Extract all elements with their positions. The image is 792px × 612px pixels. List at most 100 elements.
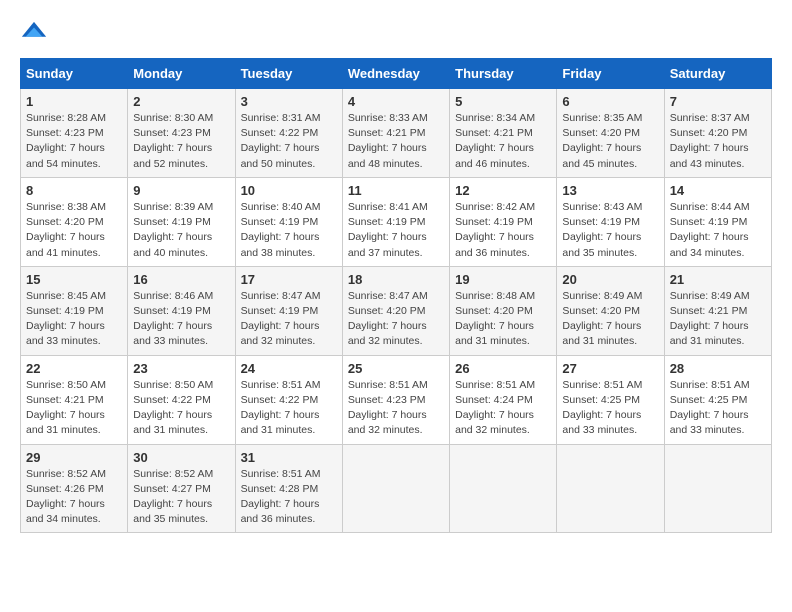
calendar-cell: 3 Sunrise: 8:31 AM Sunset: 4:22 PM Daylig…: [235, 89, 342, 178]
day-number: 31: [241, 450, 337, 465]
day-detail: Sunrise: 8:51 AM Sunset: 4:28 PM Dayligh…: [241, 467, 337, 528]
calendar-header-row: SundayMondayTuesdayWednesdayThursdayFrid…: [21, 59, 772, 89]
logo: [20, 20, 52, 48]
day-detail: Sunrise: 8:51 AM Sunset: 4:25 PM Dayligh…: [670, 378, 766, 439]
day-number: 15: [26, 272, 122, 287]
calendar-week-row: 8Sunrise: 8:38 AM Sunset: 4:20 PM Daylig…: [21, 177, 772, 266]
day-number: 13: [562, 183, 658, 198]
calendar-cell: 6Sunrise: 8:35 AM Sunset: 4:20 PM Daylig…: [557, 89, 664, 178]
calendar-week-row: 29 Sunrise: 8:52 AM Sunset: 4:26 PM Dayli…: [21, 444, 772, 533]
calendar-week-row: 15 Sunrise: 8:45 AM Sunset: 4:19 PM Dayli…: [21, 266, 772, 355]
day-detail: Sunrise: 8:45 AM Sunset: 4:19 PM Dayligh…: [26, 289, 122, 350]
day-detail: Sunrise: 8:41 AM Sunset: 4:19 PM Dayligh…: [348, 200, 444, 261]
calendar-cell: 1 Sunrise: 8:28 AM Sunset: 4:23 PM Daylig…: [21, 89, 128, 178]
column-header-friday: Friday: [557, 59, 664, 89]
day-number: 22: [26, 361, 122, 376]
page-container: SundayMondayTuesdayWednesdayThursdayFrid…: [20, 20, 772, 533]
calendar-cell: 28 Sunrise: 8:51 AM Sunset: 4:25 PM Dayli…: [664, 355, 771, 444]
day-number: 21: [670, 272, 766, 287]
day-detail: Sunrise: 8:31 AM Sunset: 4:22 PM Dayligh…: [241, 111, 337, 172]
calendar-cell: 21 Sunrise: 8:49 AM Sunset: 4:21 PM Dayli…: [664, 266, 771, 355]
day-detail: Sunrise: 8:40 AM Sunset: 4:19 PM Dayligh…: [241, 200, 337, 261]
day-detail: Sunrise: 8:50 AM Sunset: 4:22 PM Dayligh…: [133, 378, 229, 439]
calendar-cell: 23 Sunrise: 8:50 AM Sunset: 4:22 PM Dayli…: [128, 355, 235, 444]
day-number: 9: [133, 183, 229, 198]
day-number: 23: [133, 361, 229, 376]
day-number: 4: [348, 94, 444, 109]
calendar-cell: 15 Sunrise: 8:45 AM Sunset: 4:19 PM Dayli…: [21, 266, 128, 355]
column-header-monday: Monday: [128, 59, 235, 89]
calendar-cell: 8Sunrise: 8:38 AM Sunset: 4:20 PM Daylig…: [21, 177, 128, 266]
calendar-cell: 20 Sunrise: 8:49 AM Sunset: 4:20 PM Dayli…: [557, 266, 664, 355]
day-detail: Sunrise: 8:48 AM Sunset: 4:20 PM Dayligh…: [455, 289, 551, 350]
day-number: 28: [670, 361, 766, 376]
day-number: 25: [348, 361, 444, 376]
calendar-table: SundayMondayTuesdayWednesdayThursdayFrid…: [20, 58, 772, 533]
day-number: 6: [562, 94, 658, 109]
calendar-cell: 22 Sunrise: 8:50 AM Sunset: 4:21 PM Dayli…: [21, 355, 128, 444]
column-header-thursday: Thursday: [450, 59, 557, 89]
day-number: 3: [241, 94, 337, 109]
column-header-sunday: Sunday: [21, 59, 128, 89]
calendar-week-row: 1 Sunrise: 8:28 AM Sunset: 4:23 PM Daylig…: [21, 89, 772, 178]
day-detail: Sunrise: 8:51 AM Sunset: 4:22 PM Dayligh…: [241, 378, 337, 439]
day-detail: Sunrise: 8:28 AM Sunset: 4:23 PM Dayligh…: [26, 111, 122, 172]
calendar-cell: 17Sunrise: 8:47 AM Sunset: 4:19 PM Dayli…: [235, 266, 342, 355]
calendar-cell: 29 Sunrise: 8:52 AM Sunset: 4:26 PM Dayli…: [21, 444, 128, 533]
day-detail: Sunrise: 8:46 AM Sunset: 4:19 PM Dayligh…: [133, 289, 229, 350]
day-number: 14: [670, 183, 766, 198]
day-detail: Sunrise: 8:51 AM Sunset: 4:23 PM Dayligh…: [348, 378, 444, 439]
calendar-cell: 12 Sunrise: 8:42 AM Sunset: 4:19 PM Dayli…: [450, 177, 557, 266]
day-detail: Sunrise: 8:52 AM Sunset: 4:26 PM Dayligh…: [26, 467, 122, 528]
day-detail: Sunrise: 8:50 AM Sunset: 4:21 PM Dayligh…: [26, 378, 122, 439]
day-detail: Sunrise: 8:33 AM Sunset: 4:21 PM Dayligh…: [348, 111, 444, 172]
calendar-cell: 25 Sunrise: 8:51 AM Sunset: 4:23 PM Dayli…: [342, 355, 449, 444]
day-number: 29: [26, 450, 122, 465]
day-detail: Sunrise: 8:47 AM Sunset: 4:20 PM Dayligh…: [348, 289, 444, 350]
calendar-cell: 7 Sunrise: 8:37 AM Sunset: 4:20 PM Daylig…: [664, 89, 771, 178]
day-number: 27: [562, 361, 658, 376]
day-detail: Sunrise: 8:39 AM Sunset: 4:19 PM Dayligh…: [133, 200, 229, 261]
column-header-tuesday: Tuesday: [235, 59, 342, 89]
day-detail: Sunrise: 8:44 AM Sunset: 4:19 PM Dayligh…: [670, 200, 766, 261]
day-number: 19: [455, 272, 551, 287]
day-detail: Sunrise: 8:37 AM Sunset: 4:20 PM Dayligh…: [670, 111, 766, 172]
day-number: 12: [455, 183, 551, 198]
day-number: 20: [562, 272, 658, 287]
day-detail: Sunrise: 8:34 AM Sunset: 4:21 PM Dayligh…: [455, 111, 551, 172]
day-number: 1: [26, 94, 122, 109]
calendar-cell: 30Sunrise: 8:52 AM Sunset: 4:27 PM Dayli…: [128, 444, 235, 533]
day-detail: Sunrise: 8:30 AM Sunset: 4:23 PM Dayligh…: [133, 111, 229, 172]
calendar-cell: 31 Sunrise: 8:51 AM Sunset: 4:28 PM Dayli…: [235, 444, 342, 533]
day-detail: Sunrise: 8:51 AM Sunset: 4:25 PM Dayligh…: [562, 378, 658, 439]
day-number: 10: [241, 183, 337, 198]
calendar-cell: [664, 444, 771, 533]
calendar-cell: 26Sunrise: 8:51 AM Sunset: 4:24 PM Dayli…: [450, 355, 557, 444]
calendar-cell: [342, 444, 449, 533]
day-detail: Sunrise: 8:42 AM Sunset: 4:19 PM Dayligh…: [455, 200, 551, 261]
calendar-cell: [450, 444, 557, 533]
calendar-cell: 10 Sunrise: 8:40 AM Sunset: 4:19 PM Dayli…: [235, 177, 342, 266]
calendar-cell: 18 Sunrise: 8:47 AM Sunset: 4:20 PM Dayli…: [342, 266, 449, 355]
day-number: 18: [348, 272, 444, 287]
day-number: 5: [455, 94, 551, 109]
calendar-cell: 9 Sunrise: 8:39 AM Sunset: 4:19 PM Daylig…: [128, 177, 235, 266]
calendar-week-row: 22 Sunrise: 8:50 AM Sunset: 4:21 PM Dayli…: [21, 355, 772, 444]
day-number: 2: [133, 94, 229, 109]
day-number: 16: [133, 272, 229, 287]
day-number: 7: [670, 94, 766, 109]
calendar-cell: 11 Sunrise: 8:41 AM Sunset: 4:19 PM Dayli…: [342, 177, 449, 266]
header: [20, 20, 772, 48]
calendar-cell: 2 Sunrise: 8:30 AM Sunset: 4:23 PM Daylig…: [128, 89, 235, 178]
day-detail: Sunrise: 8:43 AM Sunset: 4:19 PM Dayligh…: [562, 200, 658, 261]
day-detail: Sunrise: 8:49 AM Sunset: 4:21 PM Dayligh…: [670, 289, 766, 350]
calendar-cell: 27 Sunrise: 8:51 AM Sunset: 4:25 PM Dayli…: [557, 355, 664, 444]
column-header-wednesday: Wednesday: [342, 59, 449, 89]
day-number: 11: [348, 183, 444, 198]
day-detail: Sunrise: 8:51 AM Sunset: 4:24 PM Dayligh…: [455, 378, 551, 439]
calendar-cell: 5 Sunrise: 8:34 AM Sunset: 4:21 PM Daylig…: [450, 89, 557, 178]
day-detail: Sunrise: 8:49 AM Sunset: 4:20 PM Dayligh…: [562, 289, 658, 350]
day-number: 30: [133, 450, 229, 465]
calendar-cell: 4 Sunrise: 8:33 AM Sunset: 4:21 PM Daylig…: [342, 89, 449, 178]
calendar-cell: 19 Sunrise: 8:48 AM Sunset: 4:20 PM Dayli…: [450, 266, 557, 355]
